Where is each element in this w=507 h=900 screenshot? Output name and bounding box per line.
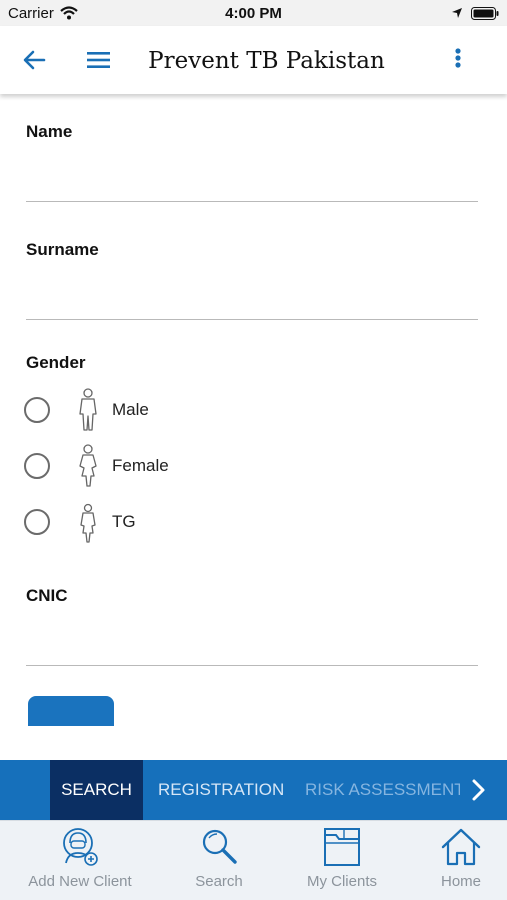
female-person-icon <box>79 444 97 487</box>
tab-strip: SEARCH REGISTRATION RISK ASSESSMENT A <box>0 760 507 820</box>
cnic-input[interactable] <box>26 630 478 666</box>
tg-label: TG <box>112 512 136 531</box>
carrier-label: Carrier <box>8 4 54 22</box>
gender-label: Gender <box>26 353 86 372</box>
nav-search[interactable]: Search <box>174 821 264 900</box>
app-bar: Prevent TB Pakistan <box>0 26 507 94</box>
nav-add-new-client[interactable]: Add New Client <box>20 821 140 900</box>
name-label: Name <box>26 122 73 141</box>
gender-option-male[interactable]: Male <box>24 388 324 431</box>
nav-home[interactable]: Home <box>424 821 498 900</box>
search-icon <box>202 829 237 864</box>
location-arrow-icon <box>452 8 462 18</box>
tab-search[interactable]: SEARCH <box>50 760 143 820</box>
tab-risk-assessment[interactable]: RISK ASSESSMENT A <box>305 760 460 820</box>
battery-icon <box>471 6 499 20</box>
status-left: Carrier <box>8 5 78 22</box>
nav-search-label: Search <box>195 873 243 890</box>
tg-radio[interactable] <box>24 509 50 535</box>
cnic-label: CNIC <box>26 586 68 605</box>
page-title: Prevent TB Pakistan <box>148 48 385 74</box>
female-label: Female <box>112 456 169 475</box>
nav-home-label: Home <box>440 873 481 890</box>
nav-add-new-client-label: Add New Client <box>28 873 132 890</box>
home-icon <box>441 828 481 866</box>
folder-icon <box>324 828 360 866</box>
male-label: Male <box>112 400 149 419</box>
add-client-icon <box>63 828 98 866</box>
more-options-button[interactable] <box>448 44 468 76</box>
chevron-right-icon <box>472 779 485 801</box>
male-radio[interactable] <box>24 397 50 423</box>
surname-input[interactable] <box>26 284 478 320</box>
tab-registration[interactable]: REGISTRATION <box>158 760 284 820</box>
name-input[interactable] <box>26 166 478 202</box>
registration-form: Name Surname Gender Male Female TG CNIC <box>0 94 507 760</box>
tab-scroll-next-button[interactable] <box>466 776 490 804</box>
wifi-icon <box>60 6 78 20</box>
gender-option-female[interactable]: Female <box>24 444 324 487</box>
male-person-icon <box>79 388 97 431</box>
female-radio[interactable] <box>24 453 50 479</box>
nav-my-clients-label: My Clients <box>306 873 377 890</box>
nav-my-clients[interactable]: My Clients <box>298 821 386 900</box>
tg-person-icon <box>80 503 96 543</box>
status-right <box>451 6 499 20</box>
kebab-icon <box>455 48 461 68</box>
gender-option-tg[interactable]: TG <box>24 502 324 543</box>
submit-button[interactable] <box>28 696 114 726</box>
surname-label: Surname <box>26 240 99 259</box>
status-bar: Carrier 4:00 PM <box>0 0 507 26</box>
bottom-nav: Add New Client Search My Clients Home <box>0 820 507 900</box>
